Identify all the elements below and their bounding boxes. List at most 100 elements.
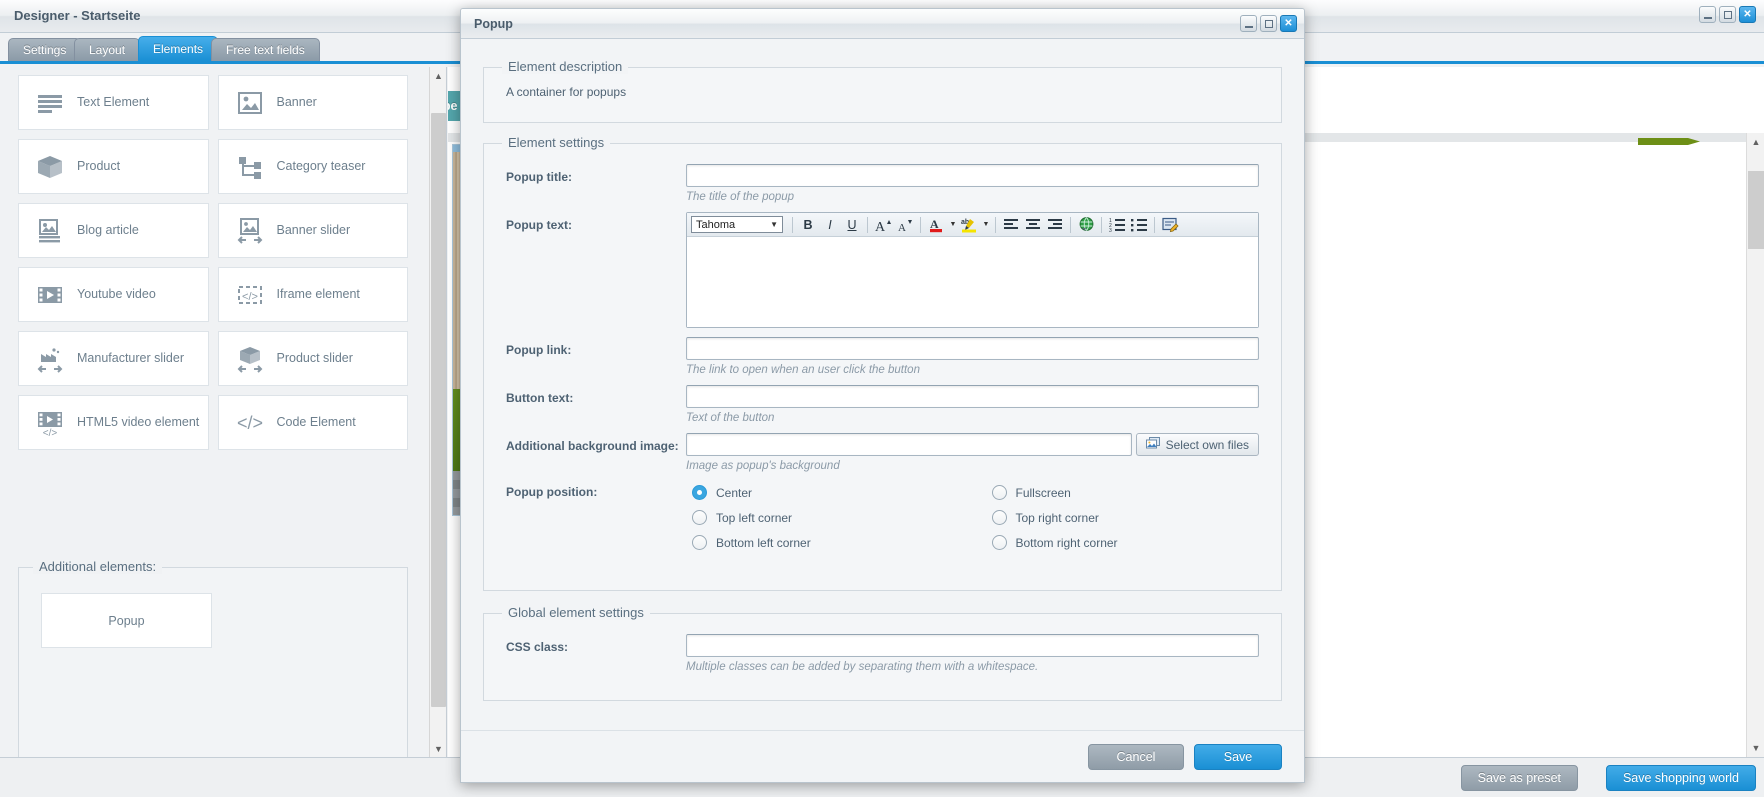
align-center-icon[interactable] — [1023, 215, 1043, 234]
element-card-iframe-element[interactable]: </> Iframe element — [217, 267, 408, 322]
scroll-up-arrow-icon[interactable]: ▲ — [430, 67, 446, 84]
font-color-icon[interactable]: A — [926, 215, 946, 234]
align-right-icon[interactable] — [1045, 215, 1065, 234]
dialog-close-button[interactable]: ✕ — [1280, 15, 1297, 32]
element-settings-fieldset: Element settings Popup title: The title … — [483, 135, 1282, 591]
tab-layout[interactable]: Layout — [74, 38, 141, 61]
radio-button[interactable] — [991, 485, 1007, 500]
tab-elements[interactable]: Elements — [138, 36, 219, 61]
scroll-up-arrow-icon[interactable]: ▲ — [1747, 133, 1764, 151]
element-card-popup[interactable]: Popup — [41, 593, 212, 648]
element-card-label: Banner slider — [276, 223, 351, 238]
element-card-label: Manufacturer slider — [77, 351, 184, 366]
element-card-product[interactable]: Product — [18, 139, 209, 194]
italic-icon[interactable]: I — [820, 215, 840, 234]
sidebar-scrollbar[interactable]: ▲ ▼ — [429, 67, 446, 757]
bold-icon[interactable]: B — [798, 215, 818, 234]
dialog-minimize-button[interactable] — [1240, 15, 1257, 32]
element-card-text-element[interactable]: Text Element — [18, 75, 209, 130]
font-color-dropdown-icon[interactable]: ▼ — [948, 215, 957, 234]
app-minimize-button[interactable] — [1699, 6, 1716, 23]
decrease-font-size-icon[interactable]: A — [895, 215, 915, 234]
text-lines-icon — [33, 86, 67, 120]
field-row-popup-link: Popup link: The link to open when an use… — [506, 337, 1259, 376]
button-text-hint: Text of the button — [686, 412, 775, 424]
canvas-scrollbar[interactable]: ▲ ▼ — [1746, 133, 1764, 757]
scrollbar-thumb[interactable] — [1748, 171, 1764, 249]
radio-label: Fullscreen — [1015, 485, 1071, 500]
scrollbar-thumb[interactable] — [431, 113, 446, 707]
designer-app: Designer - Startseite ✕ Settings Layout … — [0, 0, 1764, 797]
article-icon — [33, 214, 67, 248]
element-card-banner-slider[interactable]: Banner slider — [217, 203, 408, 258]
highlight-color-icon[interactable]: ab — [959, 215, 979, 234]
rich-text-editor[interactable]: Tahoma ▼ B I U A A A ▼ ab ▼ 1 2 3 — [686, 212, 1259, 328]
app-maximize-button[interactable] — [1719, 6, 1736, 23]
radio-option-bottom-right-corner[interactable]: Bottom right corner — [991, 530, 1260, 555]
radio-label: Center — [716, 485, 753, 500]
element-card-label: Text Element — [77, 95, 150, 110]
button-text-input[interactable] — [686, 385, 1259, 408]
insert-link-icon[interactable] — [1076, 215, 1096, 234]
highlight-color-dropdown-icon[interactable]: ▼ — [981, 215, 990, 234]
save-button[interactable]: Save — [1194, 743, 1282, 770]
scroll-down-arrow-icon[interactable]: ▼ — [430, 740, 446, 757]
radio-option-fullscreen[interactable]: Fullscreen — [991, 480, 1260, 505]
element-card-label: Popup — [108, 613, 145, 628]
save-shopping-world-button[interactable]: Save shopping world — [1605, 765, 1756, 791]
css-class-input[interactable] — [686, 634, 1259, 657]
radio-option-top-right-corner[interactable]: Top right corner — [991, 505, 1260, 530]
dialog-title-bar: Popup ✕ — [461, 9, 1304, 39]
radio-option-center[interactable]: Center — [692, 480, 960, 505]
global-element-settings-fieldset: Global element settings CSS class: Multi… — [483, 605, 1282, 701]
tab-free-text-fields[interactable]: Free text fields — [211, 38, 320, 61]
underline-icon[interactable]: U — [842, 215, 862, 234]
rich-text-editor-content[interactable] — [687, 237, 1258, 327]
element-card-youtube-video[interactable]: Youtube video — [18, 267, 209, 322]
source-code-icon[interactable] — [1160, 215, 1180, 234]
box-slider-icon — [233, 342, 267, 376]
dialog-maximize-button[interactable] — [1260, 15, 1277, 32]
popup-title-input[interactable] — [686, 164, 1259, 187]
background-image-input[interactable] — [686, 433, 1132, 456]
save-as-preset-button[interactable]: Save as preset — [1460, 765, 1578, 791]
align-left-icon[interactable] — [1001, 215, 1021, 234]
element-card-category-teaser[interactable]: Category teaser — [217, 139, 408, 194]
tab-settings[interactable]: Settings — [8, 38, 82, 61]
ordered-list-icon[interactable]: 123 — [1107, 215, 1127, 234]
radio-button[interactable] — [692, 510, 707, 525]
cancel-button[interactable]: Cancel — [1088, 743, 1184, 770]
font-family-select[interactable]: Tahoma ▼ — [691, 216, 783, 233]
scroll-down-arrow-icon[interactable]: ▼ — [1747, 739, 1764, 757]
popup-link-input[interactable] — [686, 337, 1259, 360]
editor-toolbar: Tahoma ▼ B I U A A A ▼ ab ▼ 1 2 3 — [687, 213, 1258, 237]
select-own-files-label: Select own files — [1165, 437, 1249, 452]
radio-button[interactable] — [991, 510, 1007, 525]
svg-text:A: A — [898, 222, 906, 233]
radio-option-top-left-corner[interactable]: Top left corner — [692, 505, 960, 530]
increase-font-size-icon[interactable]: A — [873, 215, 893, 234]
element-card-product-slider[interactable]: Product slider — [217, 331, 408, 386]
element-card-html5-video-element[interactable]: </> HTML5 video element — [18, 395, 209, 450]
unordered-list-icon[interactable] — [1129, 215, 1149, 234]
element-card-manufacturer-slider[interactable]: Manufacturer slider — [18, 331, 209, 386]
radio-label: Bottom left corner — [716, 535, 811, 550]
element-card-banner[interactable]: Banner — [217, 75, 408, 130]
radio-option-bottom-left-corner[interactable]: Bottom left corner — [692, 530, 960, 555]
radio-button[interactable] — [991, 535, 1007, 550]
popup-text-label: Popup text: — [506, 218, 572, 232]
popup-link-label: Popup link: — [506, 343, 572, 357]
image-slider-icon — [233, 214, 267, 248]
element-card-label: Banner — [276, 95, 317, 110]
svg-text:</>: </> — [242, 291, 258, 303]
element-card-label: Iframe element — [276, 287, 360, 302]
element-card-code-element[interactable]: </> Code Element — [217, 395, 408, 450]
code-dashed-icon: </> — [233, 278, 267, 312]
app-close-button[interactable]: ✕ — [1739, 6, 1756, 23]
tree-nodes-icon — [233, 150, 267, 184]
radio-button[interactable] — [692, 535, 707, 550]
radio-button[interactable] — [692, 485, 707, 500]
select-own-files-button[interactable]: Select own files — [1135, 433, 1259, 456]
svg-text:3: 3 — [1109, 228, 1112, 232]
element-card-blog-article[interactable]: Blog article — [18, 203, 209, 258]
